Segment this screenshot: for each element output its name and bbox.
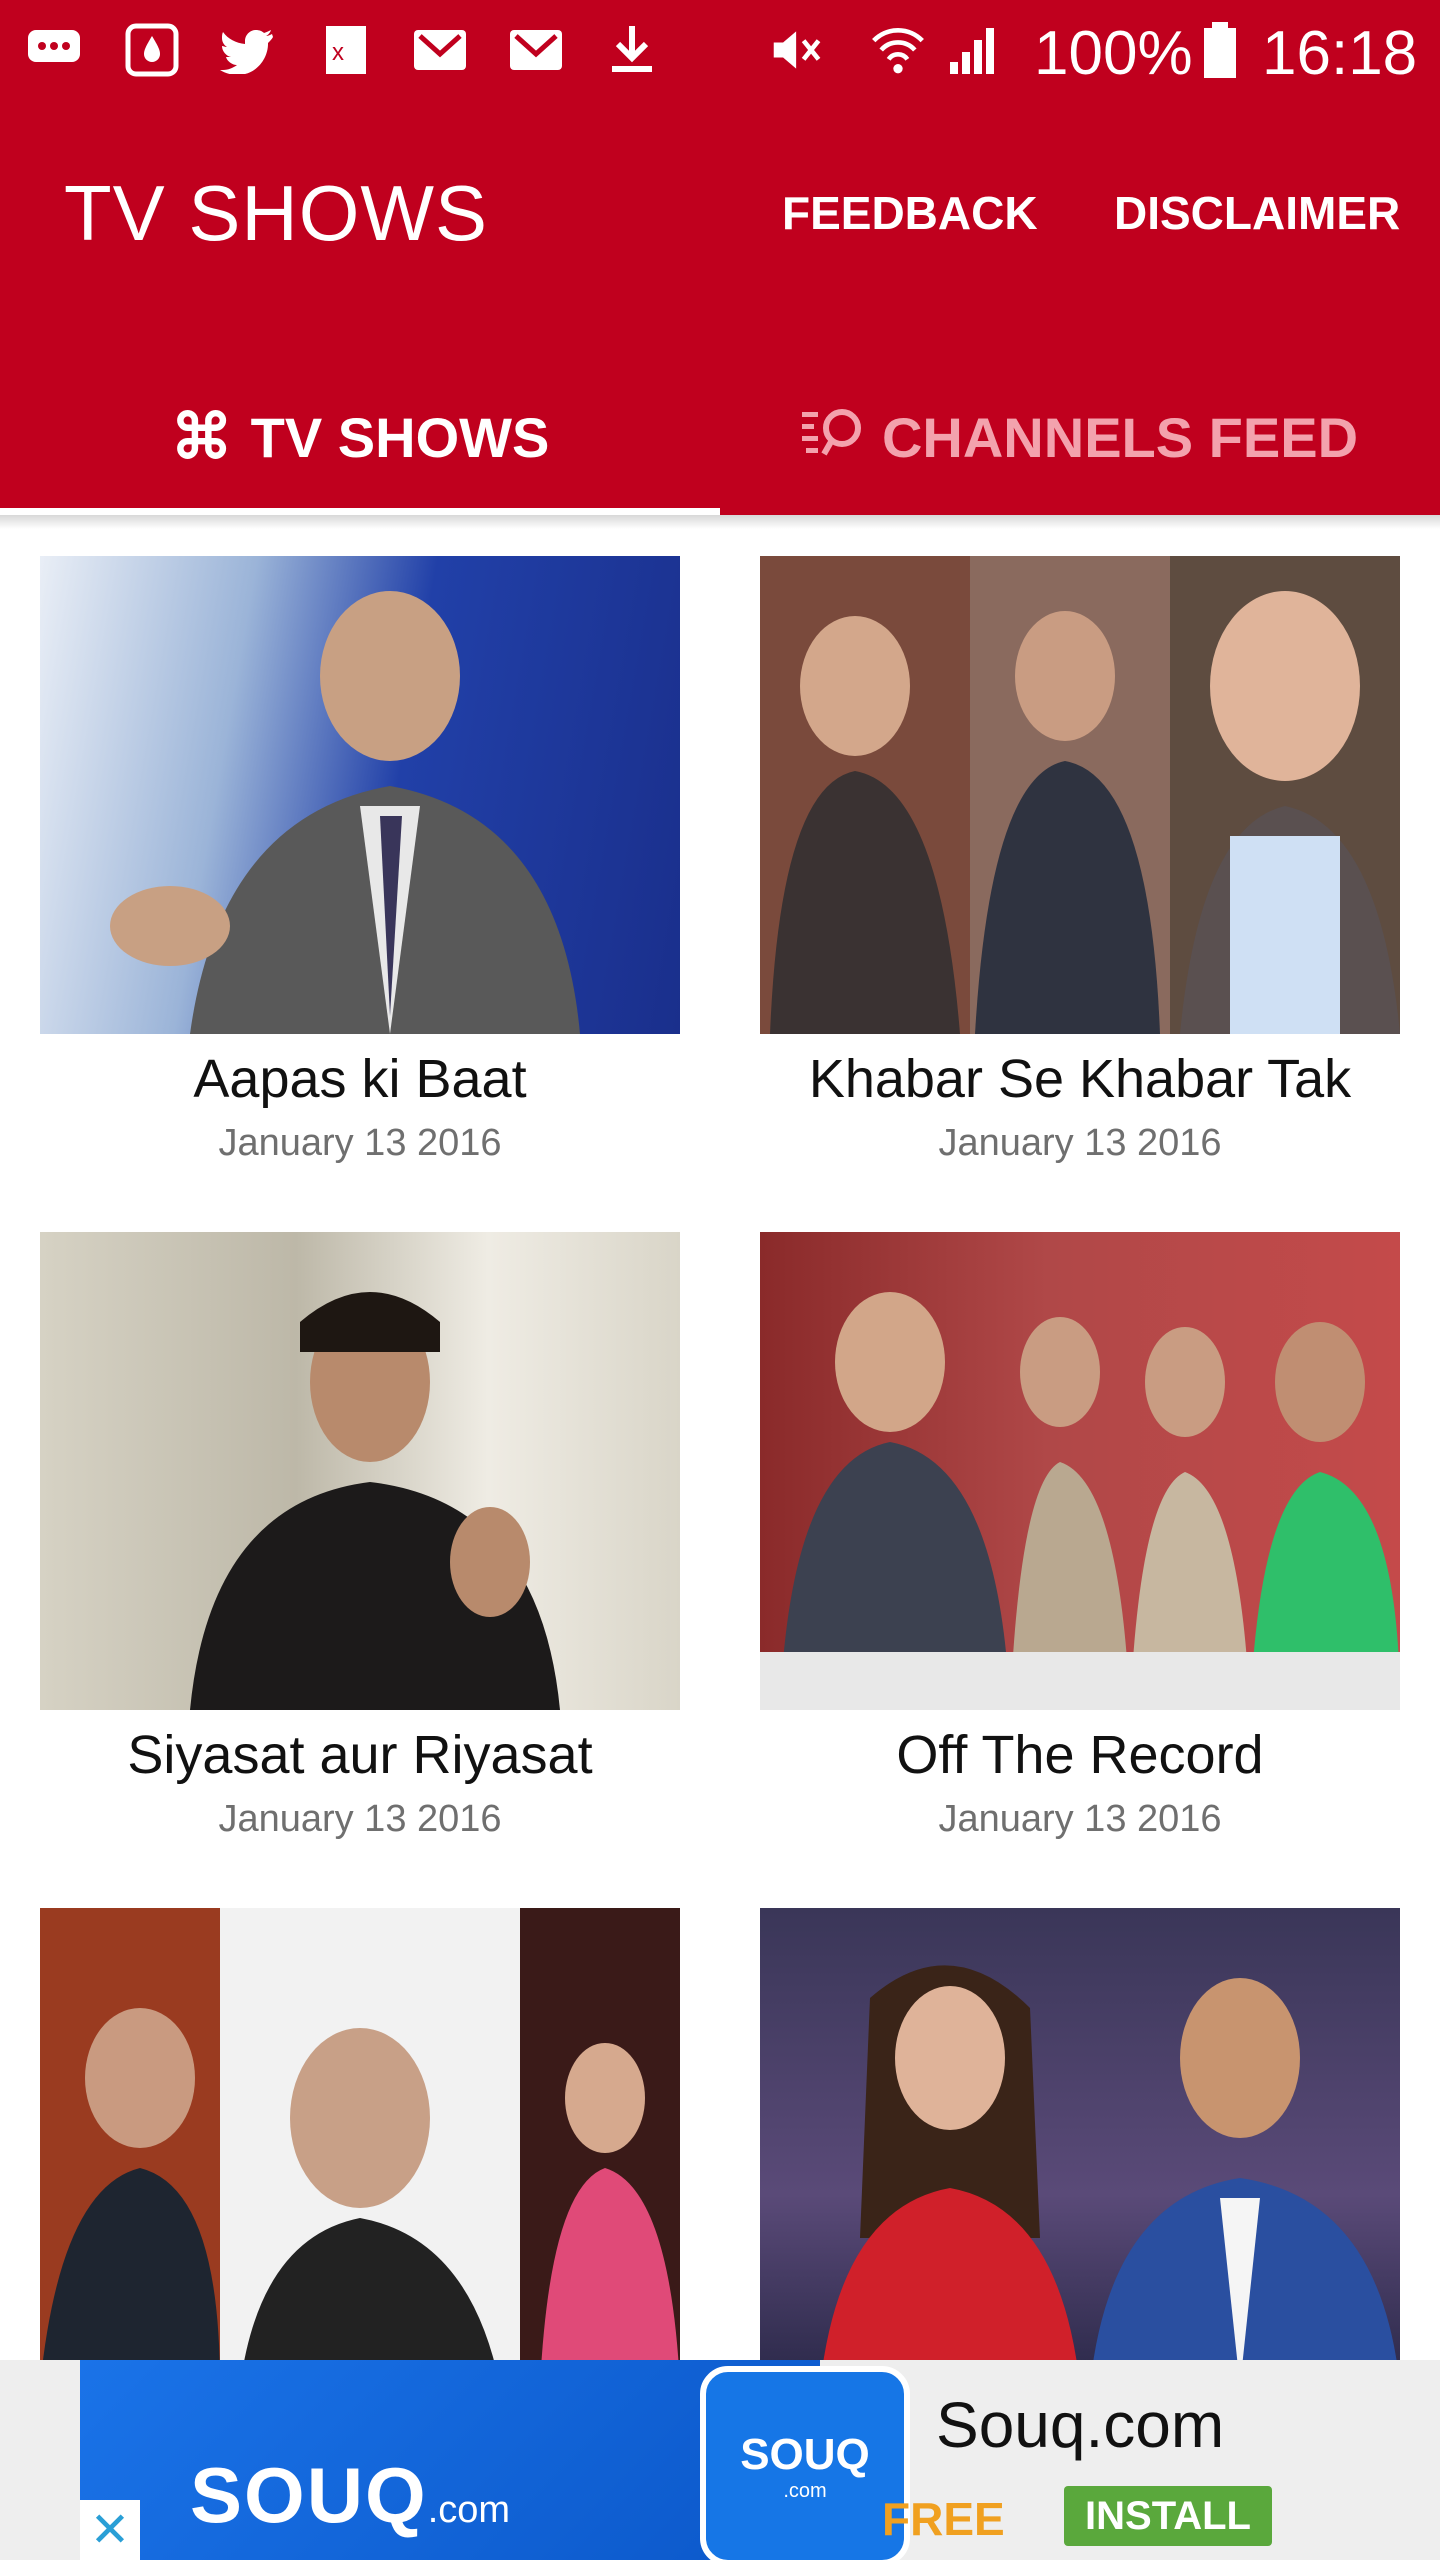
excel-icon: x <box>318 22 374 78</box>
show-card[interactable] <box>40 1908 680 2386</box>
show-thumbnail[interactable] <box>760 1232 1400 1710</box>
show-card[interactable]: Khabar Se Khabar Tak January 13 2016 <box>760 556 1400 1165</box>
show-thumbnail[interactable] <box>40 1908 680 2386</box>
show-date: January 13 2016 <box>938 1122 1222 1164</box>
show-date: January 13 2016 <box>218 1798 502 1840</box>
ad-image[interactable]: SOUQ.com SOUQ .com <box>80 2360 910 2566</box>
wifi-icon <box>870 22 926 78</box>
feedback-button[interactable]: FEEDBACK <box>782 186 1038 240</box>
ad-app-icon: SOUQ .com <box>700 2366 910 2566</box>
dropbox-icon <box>124 22 180 78</box>
disclaimer-button[interactable]: DISCLAIMER <box>1114 186 1400 240</box>
show-thumbnail[interactable] <box>760 1908 1400 2386</box>
command-icon: ⌘ <box>170 402 233 472</box>
show-card[interactable] <box>760 1908 1400 2386</box>
battery-percent: 100% <box>1034 19 1193 88</box>
show-title: Off The Record <box>896 1725 1264 1785</box>
signal-icon <box>946 22 1002 78</box>
tab-bar: ⌘ TV SHOWS CHANNELS FEED <box>0 360 1440 515</box>
show-date: January 13 2016 <box>938 1798 1222 1840</box>
gmail-icon <box>412 22 468 78</box>
show-thumbnail[interactable] <box>760 556 1400 1034</box>
appbar-shadow <box>0 515 1440 529</box>
show-card[interactable]: Off The Record January 13 2016 <box>760 1232 1400 1841</box>
show-card[interactable]: Siyasat aur Riyasat January 13 2016 <box>40 1232 680 1841</box>
mute-icon <box>770 22 826 78</box>
tab-label: CHANNELS FEED <box>881 406 1359 469</box>
show-thumbnail[interactable] <box>40 1232 680 1710</box>
download-icon <box>604 22 660 78</box>
clock: 16:18 <box>1262 19 1418 88</box>
show-thumbnail[interactable] <box>40 556 680 1034</box>
battery-icon <box>1192 22 1248 78</box>
show-date: January 13 2016 <box>218 1122 502 1164</box>
close-icon[interactable]: ✕ <box>80 2500 140 2560</box>
ad-free-label: FREE <box>882 2493 1005 2545</box>
gmail-icon <box>508 22 564 78</box>
svg-text:x: x <box>332 39 344 66</box>
app-title: TV SHOWS <box>64 169 489 257</box>
twitter-icon <box>220 22 276 78</box>
show-title: Siyasat aur Riyasat <box>127 1725 593 1785</box>
tab-channels-feed[interactable]: CHANNELS FEED <box>720 360 1440 515</box>
show-title: Khabar Se Khabar Tak <box>808 1049 1352 1109</box>
ad-install-button[interactable]: INSTALL <box>1064 2486 1272 2546</box>
tab-label: TV SHOWS <box>250 406 550 469</box>
show-card[interactable]: Aapas ki Baat January 13 2016 <box>40 556 680 1165</box>
app-bar: x 100% 16:18 TV SHOWS FEEDBACK DISCLAIME… <box>0 0 1440 515</box>
feed-icon <box>801 406 864 469</box>
tab-tv-shows[interactable]: ⌘ TV SHOWS <box>0 360 720 515</box>
message-icon <box>26 22 82 78</box>
ad-app-name: Souq.com <box>936 2389 1225 2461</box>
ad-wordmark: SOUQ.com <box>190 2451 511 2539</box>
tab-indicator <box>0 508 720 515</box>
show-title: Aapas ki Baat <box>193 1049 527 1109</box>
status-bar: x 100% 16:18 <box>0 0 1440 100</box>
ad-banner[interactable]: SOUQ.com SOUQ .com Souq.com FREE INSTALL… <box>0 2360 1440 2566</box>
